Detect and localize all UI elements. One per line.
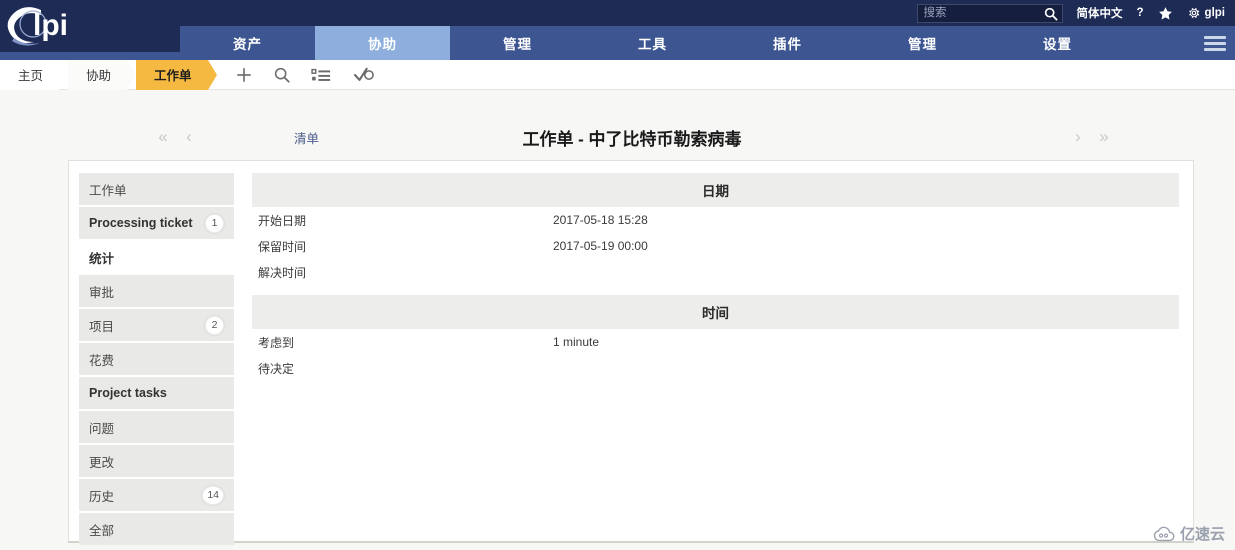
nav-item-assets[interactable]: 资产 [180,26,315,60]
watermark-label: 亿速云 [1179,526,1225,543]
page-title: 工作单 - 中了比特币勒索病毒 [522,129,742,149]
table-row: 解决时间 [252,259,1179,285]
glpi-logo[interactable]: lpi [0,0,180,52]
row-value: 1 minute [553,335,600,349]
sidebar-item-label: 花费 [89,353,115,368]
content-panel: 工作单 Processing ticket 1 统计 审批 项目 2 花费 Pr… [68,160,1194,545]
breadcrumb-actions [235,66,375,84]
breadcrumb-item-home[interactable]: 主页 [0,59,69,90]
sidebar-item-cost[interactable]: 花费 [79,343,234,375]
nav-label: 管理 [908,37,937,52]
language-selector[interactable]: 简体中文 [1077,5,1123,21]
search-input[interactable] [917,4,1062,22]
user-settings[interactable]: glpi [1187,6,1225,20]
sidebar-item-label: Project tasks [89,386,167,400]
sidebar-item-label: 审批 [89,285,115,300]
topbar: 简体中文 ? glpi [0,0,1235,26]
hamburger-lines [1204,33,1226,54]
row-key: 解决时间 [258,265,307,280]
sidebar-badge: 14 [202,485,224,505]
row-key: 待决定 [258,361,295,376]
table-row: 保留时间 2017-05-19 00:00 [252,233,1179,259]
section-heading: 日期 [252,173,1179,207]
section-heading: 时间 [252,295,1179,329]
section-dates: 日期 开始日期 2017-05-18 15:28 保留时间 2017-05-19… [252,173,1179,285]
nav-item-administration[interactable]: 管理 [855,26,990,60]
language-label: 简体中文 [1076,8,1123,20]
sidebar-item-label: Processing ticket [89,216,193,230]
forward-arrows: › » [1065,127,1117,147]
row-value: 2017-05-19 00:00 [553,239,648,253]
sidebar-item-ticket[interactable]: 工作单 [79,173,234,205]
first-record-button[interactable]: « [150,127,176,147]
sidebar-item-history[interactable]: 历史 14 [79,479,234,511]
table-row: 待决定 [252,355,1179,381]
breadcrumb: 主页 协助 工作单 [0,59,1235,90]
nav-item-management[interactable]: 管理 [450,26,585,60]
svg-text:lpi: lpi [33,9,68,42]
cloud-icon [1153,526,1175,542]
nav-item-assistance[interactable]: 协助 [315,26,450,60]
breadcrumb-item-assistance[interactable]: 协助 [68,59,137,90]
ticket-sidebar: 工作单 Processing ticket 1 统计 审批 项目 2 花费 Pr… [69,161,244,545]
help-icon: ? [1136,7,1144,19]
hamburger-icon[interactable] [1195,26,1235,60]
sidebar-item-problem[interactable]: 问题 [79,411,234,443]
breadcrumb-item-ticket[interactable]: 工作单 [136,59,217,90]
sidebar-item-label: 更改 [89,455,115,470]
validation-icon[interactable] [353,66,375,84]
next-record-button[interactable]: › [1065,127,1091,147]
search-icon[interactable] [1044,7,1058,21]
row-key: 保留时间 [258,239,307,254]
nav-item-setup[interactable]: 设置 [990,26,1125,60]
gear-icon [1187,6,1201,20]
username-label: glpi [1204,7,1225,19]
sidebar-item-label: 问题 [89,421,115,436]
statistics-content: 日期 开始日期 2017-05-18 15:28 保留时间 2017-05-19… [244,161,1193,541]
nav-label: 工具 [638,37,667,52]
nav-item-tools[interactable]: 工具 [585,26,720,60]
sidebar-item-processing-ticket[interactable]: Processing ticket 1 [79,207,234,239]
nav-label: 协助 [368,37,397,52]
breadcrumb-label: 主页 [18,69,44,83]
sidebar-item-label: 统计 [89,251,115,266]
record-navigation: « ‹ 清单 工作单 - 中了比特币勒索病毒 › » [0,118,1235,156]
sidebar-item-label: 历史 [89,489,115,504]
row-key: 考虑到 [258,335,295,350]
sidebar-item-all[interactable]: 全部 [79,513,234,545]
row-key: 开始日期 [258,213,307,228]
glpi-logo-icon: lpi [7,7,68,46]
sidebar-item-label: 项目 [89,319,115,334]
table-row: 考虑到 1 minute [252,329,1179,355]
breadcrumb-label: 协助 [86,69,112,83]
sidebar-item-project[interactable]: 项目 2 [79,309,234,341]
favorites-button[interactable] [1158,6,1173,21]
list-icon[interactable] [310,66,333,84]
sidebar-badge: 2 [205,315,224,335]
sidebar-item-label: 工作单 [89,183,127,198]
nav-item-plugins[interactable]: 插件 [720,26,855,60]
star-icon [1158,6,1173,21]
sidebar-item-label: 全部 [89,523,115,538]
nav-label: 设置 [1043,37,1072,52]
section-times: 时间 考虑到 1 minute 待决定 [252,295,1179,381]
sidebar-item-change[interactable]: 更改 [79,445,234,477]
help-button[interactable]: ? [1137,7,1144,19]
row-value: 2017-05-18 15:28 [553,213,648,227]
watermark: 亿速云 [1153,523,1225,544]
sidebar-item-project-tasks[interactable]: Project tasks [79,377,234,409]
sidebar-item-approval[interactable]: 审批 [79,275,234,307]
nav-label: 插件 [773,37,802,52]
main-navigation: 资产 协助 管理 工具 插件 管理 设置 [0,26,1235,60]
global-search[interactable] [916,3,1063,23]
last-record-button[interactable]: » [1091,127,1117,147]
nav-label: 资产 [233,37,262,52]
sidebar-badge: 1 [205,213,224,233]
sidebar-item-statistics[interactable]: 统计 [79,241,234,273]
breadcrumb-label: 工作单 [154,69,192,83]
nav-label: 管理 [503,37,532,52]
search-icon[interactable] [273,66,291,84]
plus-icon[interactable] [235,66,253,84]
table-row: 开始日期 2017-05-18 15:28 [252,207,1179,233]
